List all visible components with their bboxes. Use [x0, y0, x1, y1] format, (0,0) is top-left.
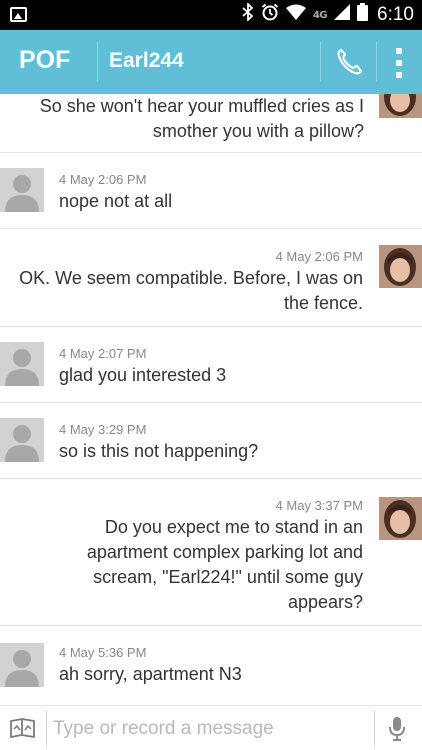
call-button[interactable] [333, 46, 365, 78]
message-text: So she won't hear your muffled cries as … [4, 94, 364, 144]
message-timestamp: 4 May 2:06 PM [59, 172, 147, 187]
message-item: 4 May 3:29 PM so is this not happening? [0, 403, 422, 479]
composer-divider [374, 710, 375, 748]
wifi-icon [285, 4, 306, 26]
message-line: scream, "Earl224!" until some guy [93, 567, 363, 587]
status-bar: 4G 6:10 [0, 0, 422, 30]
message-line: So she won't hear your muffled cries as … [39, 96, 364, 116]
header-divider [97, 42, 98, 82]
message-text: ah sorry, apartment N3 [59, 664, 242, 684]
message-timestamp: 4 May 3:29 PM [59, 422, 147, 437]
bluetooth-icon [242, 1, 254, 27]
message-line: OK. We seem compatible. Before, I was on [19, 268, 363, 288]
message-text: OK. We seem compatible. Before, I was on… [3, 266, 363, 316]
header-divider [320, 42, 321, 82]
phone-icon [337, 48, 363, 75]
sticker-icon [10, 718, 35, 738]
header-divider [376, 42, 377, 82]
contact-name[interactable]: Earl244 [109, 49, 184, 73]
message-item: 4 May 5:36 PM ah sorry, apartment N3 [0, 626, 422, 692]
message-line: appears? [287, 592, 363, 612]
contact-avatar[interactable] [0, 418, 44, 462]
pof-logo-button[interactable]: POF [19, 46, 70, 75]
battery-icon [357, 3, 369, 27]
overflow-menu-icon [396, 60, 402, 66]
message-text: nope not at all [59, 191, 173, 211]
record-button[interactable] [388, 716, 406, 742]
message-line: Do you expect me to stand in an [104, 517, 363, 537]
message-item: 4 May 2:06 PM OK. We seem compatible. Be… [0, 229, 422, 327]
my-avatar[interactable] [379, 94, 422, 118]
message-line: apartment complex parking lot and [86, 542, 363, 562]
overflow-menu-icon [396, 48, 402, 54]
alarm-clock-icon [261, 3, 279, 27]
message-input[interactable] [53, 712, 367, 746]
contact-avatar[interactable] [0, 168, 44, 212]
message-composer [0, 705, 422, 750]
message-line: the fence. [283, 293, 363, 313]
status-icons: 4G 6:10 [242, 1, 414, 27]
message-item: 4 May 3:37 PM Do you expect me to stand … [0, 479, 422, 626]
network-type-label: 4G [312, 9, 328, 21]
sticker-button[interactable] [8, 715, 38, 741]
message-timestamp: 4 May 5:36 PM [59, 645, 147, 660]
message-timestamp: 4 May 2:06 PM [275, 249, 363, 264]
message-timestamp: 4 May 3:37 PM [275, 498, 363, 513]
chat-screen: 4G 6:10 POF Earl244 So she won't hear yo… [0, 0, 422, 750]
clock-time: 6:10 [377, 4, 414, 25]
contact-avatar[interactable] [0, 643, 44, 687]
message-text: glad you interested 3 [59, 365, 227, 385]
my-avatar[interactable] [379, 245, 422, 288]
app-header: POF Earl244 [0, 30, 422, 94]
message-line: smother you with a pillow? [152, 121, 364, 141]
message-item: So she won't hear your muffled cries as … [0, 94, 422, 153]
signal-icon [334, 4, 351, 26]
microphone-icon [389, 717, 405, 741]
composer-divider [46, 710, 47, 748]
my-avatar[interactable] [379, 497, 422, 540]
overflow-menu-button[interactable] [386, 46, 412, 80]
contact-avatar[interactable] [0, 342, 44, 386]
message-item: 4 May 2:06 PM nope not at all [0, 153, 422, 229]
message-item: 4 May 2:07 PM glad you interested 3 [0, 327, 422, 403]
message-text: so is this not happening? [59, 441, 259, 461]
overflow-menu-icon [396, 72, 402, 78]
message-text: Do you expect me to stand in an apartmen… [3, 515, 363, 615]
gallery-notification-icon [10, 7, 27, 22]
message-timestamp: 4 May 2:07 PM [59, 346, 147, 361]
message-list[interactable]: So she won't hear your muffled cries as … [0, 94, 422, 692]
